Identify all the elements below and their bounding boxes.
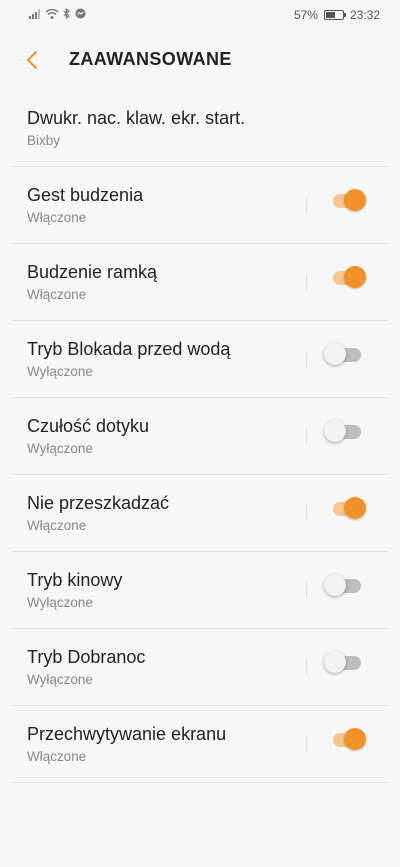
toggle-knob bbox=[324, 420, 346, 442]
back-icon[interactable] bbox=[24, 49, 42, 71]
setting-status: Wyłączone bbox=[27, 672, 93, 687]
setting-status: Włączone bbox=[27, 518, 87, 533]
divider bbox=[306, 428, 307, 444]
toggle-knob bbox=[324, 651, 346, 673]
toggle-knob bbox=[344, 497, 366, 519]
toggle-knob bbox=[324, 343, 346, 365]
divider bbox=[306, 736, 307, 752]
status-icons-left bbox=[29, 8, 86, 19]
setting-label: Czułość dotyku bbox=[27, 416, 150, 436]
setting-label: Tryb Dobranoc bbox=[27, 647, 146, 667]
toggle-switch[interactable] bbox=[333, 497, 366, 519]
setting-row-tryb-kinowy[interactable]: Tryb kinowy Wyłączone bbox=[11, 552, 389, 629]
setting-label: Przechwytywanie ekranu bbox=[27, 724, 227, 744]
setting-status: Wyłączone bbox=[27, 595, 93, 610]
toggle-switch[interactable] bbox=[333, 266, 366, 288]
wifi-icon bbox=[45, 8, 59, 19]
setting-label: Gest budzenia bbox=[27, 185, 144, 205]
setting-row-gest-budzenia[interactable]: Gest budzenia Włączone bbox=[11, 167, 389, 244]
setting-row-czulosc-dotyku[interactable]: Czułość dotyku Wyłączone bbox=[11, 398, 389, 475]
setting-status: Włączone bbox=[27, 749, 87, 764]
status-icons-right: 57% 23:32 bbox=[294, 8, 380, 22]
toggle-switch[interactable] bbox=[324, 574, 361, 596]
clock: 23:32 bbox=[349, 8, 380, 22]
setting-row-tryb-blokada-przed-woda[interactable]: Tryb Blokada przed wodą Wyłączone bbox=[11, 321, 389, 398]
toggle-switch[interactable] bbox=[324, 343, 361, 365]
bluetooth-icon bbox=[63, 8, 70, 19]
setting-status: Wyłączone bbox=[27, 441, 93, 456]
divider bbox=[306, 659, 307, 675]
setting-row-tryb-dobranoc[interactable]: Tryb Dobranoc Wyłączone bbox=[11, 629, 389, 706]
app-header: ZAAWANSOWANE bbox=[0, 35, 400, 85]
setting-label: Tryb Blokada przed wodą bbox=[27, 339, 231, 359]
toggle-knob bbox=[324, 574, 346, 596]
setting-label: Dwukr. nac. klaw. ekr. start. bbox=[27, 108, 246, 128]
setting-row-przechwytywanie-ekranu[interactable]: Przechwytywanie ekranu Włączone bbox=[11, 706, 389, 783]
toggle-switch[interactable] bbox=[333, 189, 366, 211]
page-title: ZAAWANSOWANE bbox=[69, 49, 232, 69]
setting-status: Bixby bbox=[27, 133, 61, 148]
toggle-knob bbox=[344, 266, 366, 288]
divider bbox=[306, 582, 307, 598]
settings-list: Dwukr. nac. klaw. ekr. start. Bixby Gest b… bbox=[11, 90, 389, 783]
divider bbox=[306, 197, 307, 213]
divider bbox=[306, 505, 307, 521]
toggle-switch[interactable] bbox=[333, 728, 366, 750]
setting-row-nie-przeszkadzac[interactable]: Nie przeszkadzać Włączone bbox=[11, 475, 389, 552]
messenger-icon bbox=[75, 8, 86, 19]
toggle-knob bbox=[344, 728, 366, 750]
setting-status: Włączone bbox=[27, 210, 87, 225]
setting-label: Budzenie ramką bbox=[27, 262, 158, 282]
setting-label: Nie przeszkadzać bbox=[27, 493, 170, 513]
toggle-knob bbox=[344, 189, 366, 211]
setting-status: Włączone bbox=[27, 287, 87, 302]
setting-label: Tryb kinowy bbox=[27, 570, 123, 590]
setting-row-dwukr-nac-klaw-ekr-start[interactable]: Dwukr. nac. klaw. ekr. start. Bixby bbox=[11, 90, 389, 167]
divider bbox=[306, 351, 307, 367]
divider bbox=[306, 274, 307, 290]
toggle-switch[interactable] bbox=[324, 651, 361, 673]
setting-status: Wyłączone bbox=[27, 364, 93, 379]
battery-icon bbox=[323, 10, 346, 20]
battery-percent: 57% bbox=[293, 8, 318, 22]
status-bar: 57% 23:32 bbox=[0, 0, 400, 30]
toggle-switch[interactable] bbox=[324, 420, 361, 442]
setting-row-budzenie-ramka[interactable]: Budzenie ramką Włączone bbox=[11, 244, 389, 321]
signal-icon bbox=[29, 8, 40, 19]
